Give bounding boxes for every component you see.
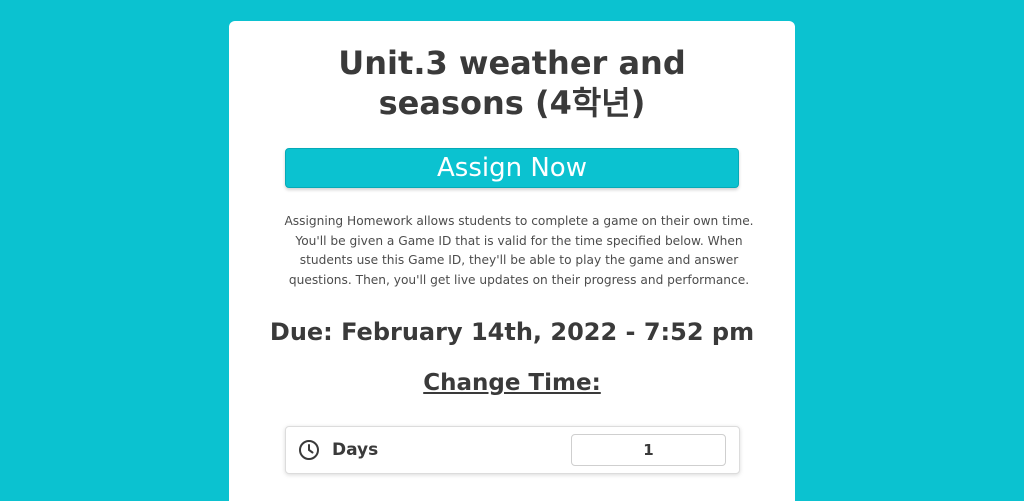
- days-input[interactable]: [571, 434, 726, 466]
- clock-icon: [299, 440, 319, 460]
- assign-now-button[interactable]: Assign Now: [285, 148, 739, 188]
- days-label: Days: [332, 440, 379, 460]
- assign-homework-card: Unit.3 weather and seasons (4학년) Assign …: [229, 21, 795, 501]
- due-date: Due: February 14th, 2022 - 7:52 pm: [269, 318, 755, 346]
- assignment-description: Assigning Homework allows students to co…: [284, 214, 754, 287]
- days-row: Days: [285, 426, 740, 474]
- page-title: Unit.3 weather and seasons (4학년): [338, 44, 686, 122]
- change-time-heading: Change Time:: [423, 370, 601, 396]
